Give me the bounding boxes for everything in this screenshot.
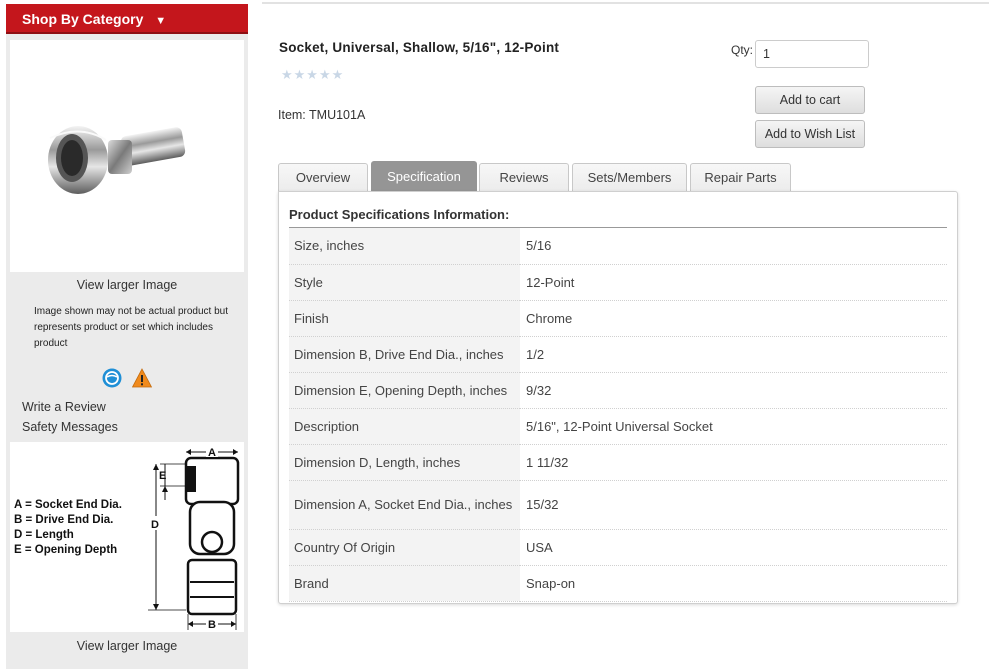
add-to-wish-list-button[interactable]: Add to Wish List xyxy=(755,120,865,148)
icon-row xyxy=(102,368,153,388)
table-row: Dimension B, Drive End Dia., inches 1/2 xyxy=(289,336,947,373)
spec-value: 15/32 xyxy=(520,480,947,530)
qty-input[interactable] xyxy=(755,40,869,68)
table-row: Country Of Origin USA xyxy=(289,529,947,566)
specification-panel: Product Specifications Information: Size… xyxy=(278,191,958,604)
spec-key: Dimension E, Opening Depth, inches xyxy=(289,372,520,409)
shop-by-category-button[interactable]: Shop By Category ▼ xyxy=(6,4,248,34)
view-larger-diagram-link[interactable]: View larger Image xyxy=(6,639,248,653)
tab-repair-parts[interactable]: Repair Parts xyxy=(690,163,791,191)
dimension-label-e: E xyxy=(159,470,166,482)
dimension-label-b: B xyxy=(208,619,216,631)
view-larger-image-link[interactable]: View larger Image xyxy=(6,278,248,292)
spec-value: 12-Point xyxy=(520,264,947,301)
diagram-legend-line: E = Opening Depth xyxy=(14,544,117,556)
tab-specification[interactable]: Specification xyxy=(371,161,477,191)
top-divider xyxy=(262,2,989,4)
chevron-down-icon: ▼ xyxy=(155,15,167,27)
product-image[interactable] xyxy=(10,40,244,272)
eye-protection-icon[interactable] xyxy=(102,368,122,388)
write-review-link[interactable]: Write a Review xyxy=(22,400,106,414)
dimension-diagram[interactable]: A = Socket End Dia. B = Drive End Dia. D… xyxy=(10,442,244,632)
product-title: Socket, Universal, Shallow, 5/16", 12-Po… xyxy=(279,40,560,55)
spec-key: Description xyxy=(289,408,520,445)
spec-key: Size, inches xyxy=(289,228,520,265)
qty-label: Qty: xyxy=(731,43,754,57)
spec-value: Snap-on xyxy=(520,565,947,602)
spec-value: USA xyxy=(520,529,947,566)
spec-value: 5/16 xyxy=(520,228,947,265)
table-row: Size, inches 5/16 xyxy=(289,228,947,265)
table-row: Description 5/16", 12-Point Universal So… xyxy=(289,408,947,445)
table-row: Style 12-Point xyxy=(289,264,947,301)
safety-messages-link[interactable]: Safety Messages xyxy=(22,420,118,434)
tab-overview[interactable]: Overview xyxy=(278,163,368,191)
spec-key: Dimension B, Drive End Dia., inches xyxy=(289,336,520,373)
spec-key: Style xyxy=(289,264,520,301)
diagram-legend-line: D = Length xyxy=(14,529,74,541)
dimension-label-a: A xyxy=(208,447,216,459)
spec-key: Finish xyxy=(289,300,520,337)
item-number: Item: TMU101A xyxy=(278,108,366,122)
spec-value: Chrome xyxy=(520,300,947,337)
table-row: Dimension A, Socket End Dia., inches 15/… xyxy=(289,480,947,530)
rating-stars[interactable]: ★★★★★ xyxy=(281,67,344,83)
image-disclaimer: Image shown may not be actual product bu… xyxy=(34,306,229,349)
spec-key: Dimension A, Socket End Dia., inches xyxy=(289,480,520,530)
diagram-legend-line: B = Drive End Dia. xyxy=(14,514,113,526)
spec-key: Country Of Origin xyxy=(289,529,520,566)
warning-icon[interactable] xyxy=(131,368,153,388)
spec-value: 9/32 xyxy=(520,372,947,409)
table-row: Brand Snap-on xyxy=(289,565,947,602)
table-row: Dimension D, Length, inches 1 11/32 xyxy=(289,444,947,481)
shop-by-category-label: Shop By Category xyxy=(22,11,144,27)
table-row: Dimension E, Opening Depth, inches 9/32 xyxy=(289,372,947,409)
diagram-legend-line: A = Socket End Dia. xyxy=(14,499,122,511)
tab-sets-members[interactable]: Sets/Members xyxy=(572,163,687,191)
spec-table: Size, inches 5/16 Style 12-Point Finish … xyxy=(289,228,947,602)
table-row: Finish Chrome xyxy=(289,300,947,337)
spec-heading: Product Specifications Information: xyxy=(289,207,510,222)
spec-key: Dimension D, Length, inches xyxy=(289,444,520,481)
spec-value: 1/2 xyxy=(520,336,947,373)
dimension-label-d: D xyxy=(151,519,159,531)
spec-value: 5/16", 12-Point Universal Socket xyxy=(520,408,947,445)
add-to-cart-button[interactable]: Add to cart xyxy=(755,86,865,114)
sidebar: Shop By Category ▼ View larger Image Ima… xyxy=(6,4,248,669)
spec-value: 1 11/32 xyxy=(520,444,947,481)
spec-key: Brand xyxy=(289,565,520,602)
tab-reviews[interactable]: Reviews xyxy=(479,163,569,191)
